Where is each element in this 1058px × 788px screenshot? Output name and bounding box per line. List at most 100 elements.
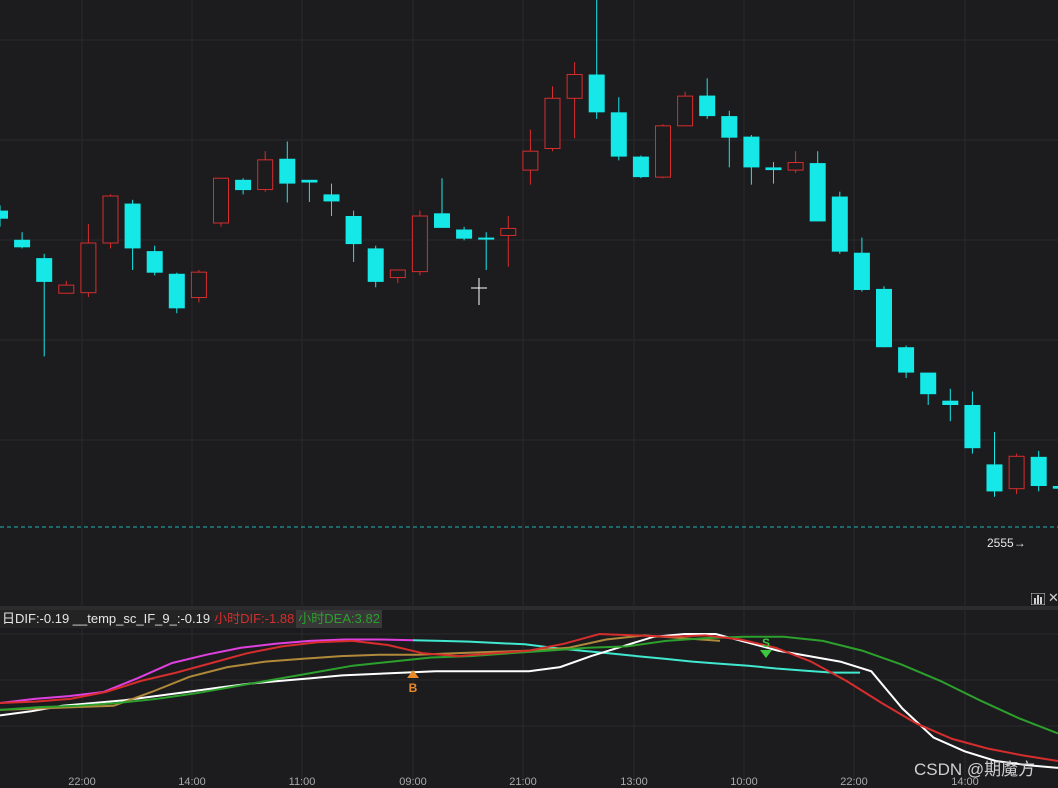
time-axis-label: 14:00: [951, 776, 979, 788]
candle-body: [279, 158, 296, 184]
candle-body: [389, 269, 406, 279]
candle: [964, 391, 981, 454]
candle: [434, 178, 450, 228]
legend-dif: 日DIF:-0.19 __temp_sc_IF_9_:-0.19: [0, 610, 213, 628]
candle: [58, 280, 75, 294]
candle-body: [765, 167, 782, 171]
candle-body: [124, 203, 141, 249]
close-x-icon[interactable]: ✕: [1048, 590, 1058, 606]
candle-body: [36, 258, 53, 282]
candle-body: [257, 159, 274, 191]
time-axis-label: 09:00: [399, 776, 427, 788]
candle-body: [367, 248, 384, 282]
candle-body: [721, 116, 738, 138]
candle: [699, 78, 716, 119]
candle-body: [411, 215, 428, 273]
candle: [500, 216, 517, 267]
candle: [588, 0, 605, 119]
legend-hour-dea: 小时DEA:3.82: [296, 610, 382, 628]
time-axis-label: 21:00: [509, 776, 537, 788]
candle-body: [1030, 456, 1047, 486]
candle-body: [986, 464, 1003, 492]
candle-body: [920, 372, 937, 395]
candle: [1052, 486, 1058, 489]
candle: [632, 155, 649, 179]
candle: [456, 226, 473, 241]
candle: [920, 372, 937, 405]
candle-body: [190, 271, 207, 299]
candle: [190, 270, 207, 303]
candle: [345, 210, 362, 262]
candle-body: [522, 150, 539, 171]
indicator-chart[interactable]: BS: [0, 610, 1058, 784]
candle-body: [102, 195, 119, 244]
candle-body: [942, 400, 959, 405]
candle: [809, 151, 826, 222]
candle: [655, 124, 671, 179]
candle: [367, 245, 384, 288]
candle: [831, 191, 848, 254]
candle: [14, 232, 31, 249]
candle: [36, 253, 53, 357]
candle-body: [853, 252, 870, 290]
candle: [898, 345, 915, 378]
candle-body: [0, 210, 8, 219]
candle: [279, 141, 296, 203]
candle: [566, 62, 583, 139]
candle-body: [898, 347, 915, 373]
candle-body: [831, 196, 848, 252]
candle: [986, 432, 1003, 497]
sell-arrow-icon: [760, 650, 772, 658]
time-axis-label: 22:00: [840, 776, 868, 788]
candle: [80, 224, 97, 297]
daily-dif-line: [0, 638, 414, 704]
candle-body: [500, 227, 517, 236]
last-price-tag: 2555→: [987, 536, 1026, 550]
candle-body: [456, 229, 473, 239]
candle: [853, 237, 870, 292]
candle: [235, 178, 252, 195]
candle-body: [345, 216, 362, 245]
candle-body: [610, 112, 627, 157]
candle: [942, 388, 959, 422]
candle: [522, 129, 539, 185]
candle-body: [301, 179, 318, 183]
candle: [257, 151, 274, 192]
candle-body: [1052, 486, 1058, 489]
candle: [765, 162, 782, 184]
time-axis-label: 14:00: [178, 776, 206, 788]
time-axis-label: 13:00: [620, 776, 648, 788]
candle: [610, 97, 627, 161]
candle-body: [58, 284, 75, 294]
candle-body: [787, 162, 804, 171]
candle: [411, 210, 428, 276]
candle: [787, 151, 804, 173]
candle-body: [809, 163, 826, 222]
bar-chart-icon[interactable]: [1030, 592, 1046, 610]
candle-body: [743, 136, 760, 168]
candle: [301, 179, 318, 202]
time-axis-label: 11:00: [288, 776, 316, 788]
candle: [146, 245, 163, 276]
candle: [1008, 453, 1025, 495]
sell-label: S: [762, 636, 770, 650]
candle: [168, 272, 185, 314]
candle-body: [14, 239, 31, 248]
candle-body: [964, 405, 981, 449]
candle-body: [235, 179, 252, 191]
candle: [323, 183, 340, 216]
candle-body: [1008, 455, 1025, 490]
candle: [743, 135, 760, 185]
candle: [213, 177, 229, 227]
candle-body: [544, 97, 561, 149]
candle-body: [566, 74, 583, 99]
candle: [0, 205, 8, 227]
candlestick-chart[interactable]: [0, 0, 1058, 606]
candle-body: [168, 273, 185, 309]
time-axis-label: 22:00: [68, 776, 96, 788]
indicator-legend: 日DIF:-0.19 __temp_sc_IF_9_:-0.19 小时DIF:-…: [0, 610, 382, 628]
candle-body: [655, 125, 671, 178]
buy-label: B: [409, 681, 418, 695]
candle-body: [323, 194, 340, 202]
candle-body: [677, 95, 694, 127]
